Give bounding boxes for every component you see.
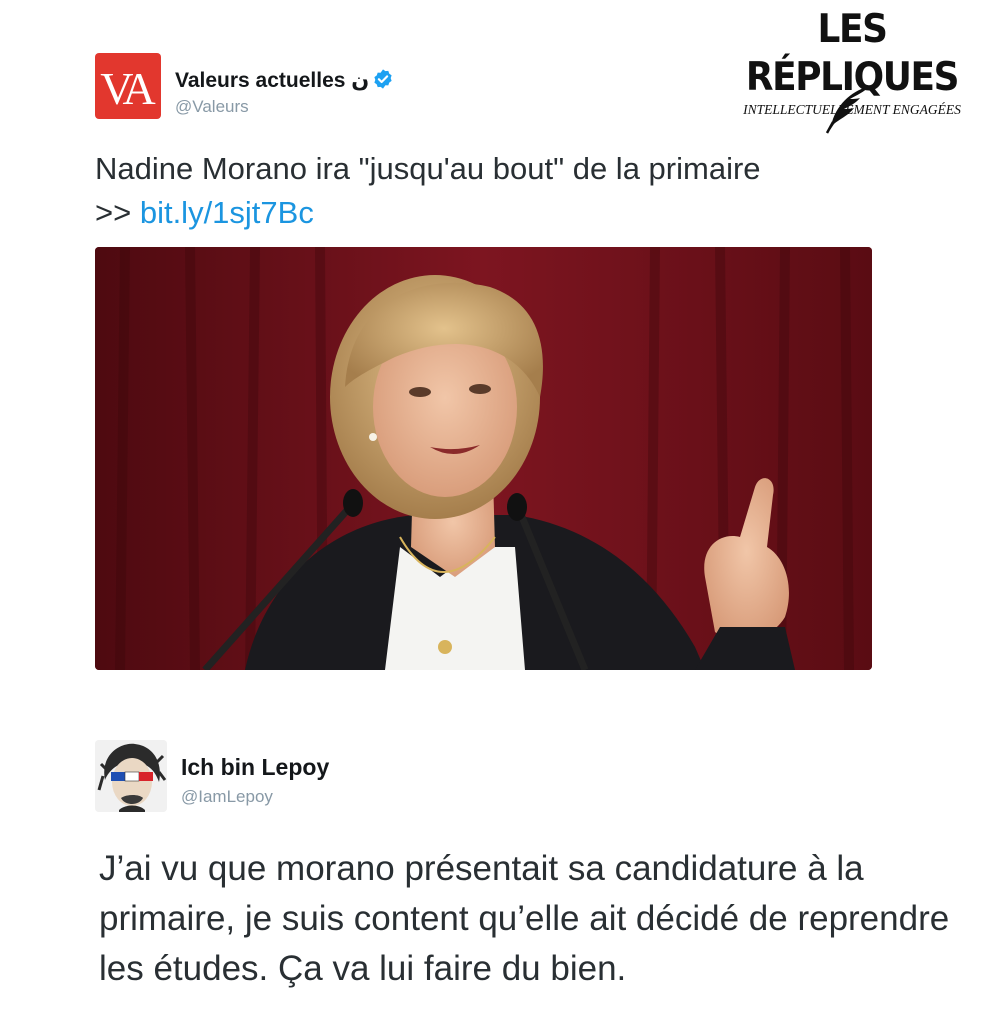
tweet-text: J’ai vu que morano présentait sa candida… <box>99 849 950 988</box>
tweet-link[interactable]: bit.ly/1sjt7Bc <box>140 195 314 230</box>
link-prefix: >> <box>95 195 140 230</box>
display-name[interactable]: Ich bin Lepoy <box>181 754 329 781</box>
display-name[interactable]: Valeurs actuelles ن <box>175 68 394 93</box>
avatar[interactable] <box>95 740 167 812</box>
quill-icon <box>825 86 870 134</box>
tweet-photo[interactable] <box>95 247 872 670</box>
brand-watermark: LES RÉPLIQUES INTELLECTUELLEMENT ENGAGÉE… <box>712 6 992 134</box>
handle[interactable]: @IamLepoy <box>181 787 273 807</box>
tweet-text: Nadine Morano ira "jusqu'au bout" de la … <box>95 147 895 235</box>
verified-badge-icon <box>374 69 392 89</box>
display-name-text: Valeurs actuelles ن <box>175 69 370 92</box>
avatar-illustration-image <box>95 740 167 812</box>
handle[interactable]: @Valeurs <box>175 97 249 117</box>
avatar[interactable]: VA <box>95 53 161 119</box>
tweet-text-body: Nadine Morano ira "jusqu'au bout" de la … <box>95 151 761 186</box>
avatar-logo-text: VA <box>100 62 155 114</box>
speaker-photo-image <box>95 247 872 670</box>
